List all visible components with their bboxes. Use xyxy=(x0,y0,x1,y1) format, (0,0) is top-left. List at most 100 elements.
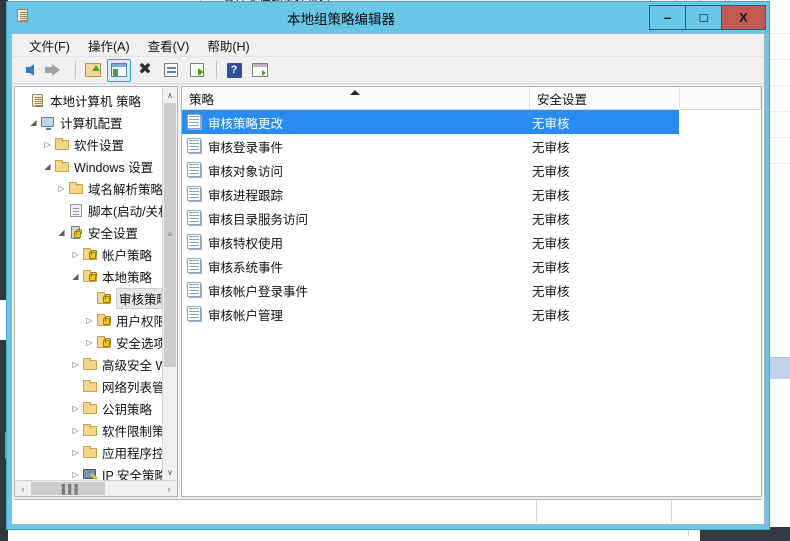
up-one-level-icon[interactable] xyxy=(81,59,105,82)
tree-item-label: 高级安全 Windows 防火墙 xyxy=(102,358,162,373)
toolbar[interactable]: ✖ ? xyxy=(12,57,764,84)
menu-item-file[interactable]: 文件(F) xyxy=(20,34,79,57)
column-header-policy[interactable]: 策略 xyxy=(182,87,530,109)
view-options-icon[interactable] xyxy=(248,59,272,82)
tree-item-account-policies[interactable]: ▷ 帐户策略 xyxy=(15,243,162,265)
tree-item-label: 应用程序控制策略 xyxy=(102,446,162,461)
tree-item-application-control-policies[interactable]: ▷ 应用程序控制策略 xyxy=(15,441,162,463)
tree-item-label: 软件设置 xyxy=(74,138,125,153)
forward-arrow-icon[interactable] xyxy=(44,59,68,82)
tree-item-label: 域名解析策略 xyxy=(88,182,162,197)
scroll-right-button[interactable]: › xyxy=(161,481,177,496)
policy-name: 审核帐户登录事件 xyxy=(208,284,309,299)
chevron-right-icon[interactable]: ▷ xyxy=(41,140,54,149)
tree-item-local-computer-policy[interactable]: 本地计算机 策略 xyxy=(15,89,162,111)
tree-item-advanced-firewall[interactable]: ▷ 高级安全 Windows 防火墙 xyxy=(15,353,162,375)
chevron-right-icon[interactable]: ▷ xyxy=(83,316,96,325)
table-row[interactable]: 审核进程跟踪 无审核 xyxy=(182,182,761,206)
delete-icon[interactable]: ✖ xyxy=(133,59,157,82)
tree-item-computer-configuration[interactable]: ◢ 计算机配置 xyxy=(15,111,162,133)
scroll-thumb[interactable]: ≡ xyxy=(164,103,176,367)
tree-item-label: 本地计算机 策略 xyxy=(50,94,141,109)
tree-horizontal-scrollbar[interactable]: ‹ ▐▐▐ › xyxy=(15,480,177,496)
menu-item-view[interactable]: 查看(V) xyxy=(139,34,199,57)
chevron-down-icon[interactable]: ◢ xyxy=(41,162,54,171)
chevron-right-icon[interactable]: ▷ xyxy=(69,404,82,413)
tree-item-local-policies[interactable]: ◢ 本地策略 xyxy=(15,265,162,287)
title-bar[interactable]: 本地组策略编辑器 – □ X xyxy=(7,2,769,33)
tree-vertical-scrollbar[interactable]: ∧ ≡ ∨ xyxy=(162,87,177,480)
tree-item-public-key-policies[interactable]: ▷ 公钥策略 xyxy=(15,397,162,419)
table-row[interactable]: 审核登录事件 无审核 xyxy=(182,134,761,158)
list-column-headers[interactable]: 策略 安全设置 xyxy=(182,87,761,110)
close-button[interactable]: X xyxy=(721,5,766,30)
folder-icon xyxy=(82,379,98,394)
tree-item-scripts[interactable]: 脚本(启动/关机) xyxy=(15,199,162,221)
policy-setting: 无审核 xyxy=(532,140,570,155)
chevron-right-icon[interactable]: ▷ xyxy=(69,426,82,435)
table-row[interactable]: 审核对象访问 无审核 xyxy=(182,158,761,182)
tree-item-software-settings[interactable]: ▷ 软件设置 xyxy=(15,133,162,155)
folder-icon xyxy=(82,357,98,372)
chevron-down-icon[interactable]: ◢ xyxy=(69,272,82,281)
policy-document-icon xyxy=(187,138,203,154)
show-hide-tree-icon[interactable] xyxy=(107,58,131,82)
tree-item-user-rights-assignment[interactable]: ▷ 用户权限分配 xyxy=(15,309,162,331)
help-icon[interactable]: ? xyxy=(222,59,246,82)
policy-document-icon xyxy=(187,162,203,178)
policy-list-body[interactable]: 审核策略更改 无审核 审核登录事件 无审核 审核对象访问 无审核 审核进程跟踪 … xyxy=(182,110,761,496)
scroll-grip-h: ▐▐▐ xyxy=(58,483,78,494)
scroll-left-button[interactable]: ‹ xyxy=(15,481,31,496)
sort-ascending-icon xyxy=(350,90,360,95)
scroll-track[interactable]: ≡ xyxy=(163,103,177,464)
policy-setting: 无审核 xyxy=(532,236,570,251)
tree-item-label: 用户权限分配 xyxy=(116,314,162,329)
minimize-button[interactable]: – xyxy=(649,5,686,30)
folder-lock-icon xyxy=(96,291,112,306)
maximize-button[interactable]: □ xyxy=(685,5,722,30)
chevron-right-icon[interactable]: ▷ xyxy=(69,470,82,479)
properties-icon[interactable] xyxy=(159,59,183,82)
chevron-right-icon[interactable]: ▷ xyxy=(83,338,96,347)
table-row[interactable]: 审核目录服务访问 无审核 xyxy=(182,206,761,230)
chevron-right-icon[interactable]: ▷ xyxy=(69,250,82,259)
table-row[interactable]: 审核特权使用 无审核 xyxy=(182,230,761,254)
folder-icon xyxy=(54,159,70,174)
console-tree-items[interactable]: 本地计算机 策略 ◢ 计算机配置 ▷ 软件设置 ◢ Windows 设置 ▷ 域… xyxy=(15,87,162,480)
tree-item-ip-security-policies[interactable]: ▷ IP 安全策略 xyxy=(15,463,162,480)
column-header-security-setting[interactable]: 安全设置 xyxy=(530,87,680,109)
scroll-down-button[interactable]: ∨ xyxy=(163,464,177,480)
menu-bar[interactable]: 文件(F) 操作(A) 查看(V) 帮助(H) xyxy=(12,34,764,57)
tree-item-name-resolution-policy[interactable]: ▷ 域名解析策略 xyxy=(15,177,162,199)
scroll-up-button[interactable]: ∧ xyxy=(163,87,177,103)
tree-item-network-list-manager[interactable]: 网络列表管理器策略 xyxy=(15,375,162,397)
chevron-down-icon[interactable]: ◢ xyxy=(55,228,68,237)
column-header-filler[interactable] xyxy=(680,87,761,109)
table-row[interactable]: 审核帐户登录事件 无审核 xyxy=(182,278,761,302)
tree-item-label: Windows 设置 xyxy=(74,160,154,175)
table-row[interactable]: 审核策略更改 无审核 xyxy=(182,110,679,134)
chevron-right-icon[interactable]: ▷ xyxy=(55,184,68,193)
tree-item-security-options[interactable]: ▷ 安全选项 xyxy=(15,331,162,353)
export-list-icon[interactable] xyxy=(185,59,209,82)
scroll-track-h[interactable]: ▐▐▐ xyxy=(31,481,161,496)
chevron-right-icon[interactable]: ▷ xyxy=(69,448,82,457)
chevron-right-icon[interactable]: ▷ xyxy=(69,360,82,369)
security-server-icon xyxy=(68,225,84,240)
tree-item-audit-policy[interactable]: 审核策略 xyxy=(15,287,162,309)
policy-setting: 无审核 xyxy=(532,188,570,203)
scroll-thumb-h[interactable]: ▐▐▐ xyxy=(31,482,106,495)
tree-item-software-restriction-policies[interactable]: ▷ 软件限制策略 xyxy=(15,419,162,441)
menu-item-action[interactable]: 操作(A) xyxy=(79,34,139,57)
status-pane-secondary xyxy=(537,500,672,522)
window-controls[interactable]: – □ X xyxy=(649,5,766,30)
tree-item-windows-settings[interactable]: ◢ Windows 设置 xyxy=(15,155,162,177)
back-arrow-icon[interactable] xyxy=(18,59,42,82)
tree-item-security-settings[interactable]: ◢ 安全设置 xyxy=(15,221,162,243)
status-bar xyxy=(14,499,762,522)
table-row[interactable]: 审核系统事件 无审核 xyxy=(182,254,761,278)
chevron-down-icon[interactable]: ◢ xyxy=(27,118,40,127)
table-row[interactable]: 审核帐户管理 无审核 xyxy=(182,302,761,326)
menu-item-help[interactable]: 帮助(H) xyxy=(198,34,258,57)
folder-icon xyxy=(82,401,98,416)
